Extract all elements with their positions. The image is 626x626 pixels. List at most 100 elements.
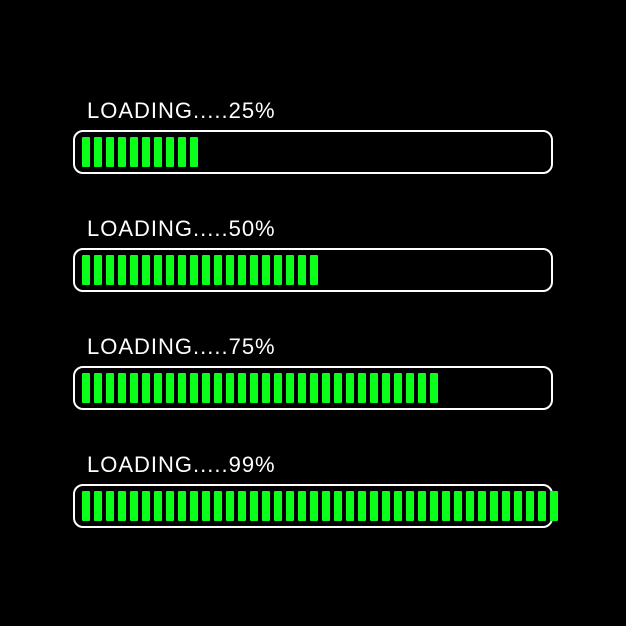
progress-tick (106, 255, 114, 285)
progress-tick (262, 255, 270, 285)
progress-tick (382, 373, 390, 403)
progress-tick (178, 373, 186, 403)
progress-tick (310, 373, 318, 403)
progress-tick (358, 373, 366, 403)
progress-tick (166, 137, 174, 167)
progress-tick (130, 137, 138, 167)
progress-tick (226, 373, 234, 403)
progress-tick (190, 373, 198, 403)
progress-tick (406, 373, 414, 403)
progress-tick (514, 491, 522, 521)
progress-tick (238, 491, 246, 521)
progress-track (73, 366, 553, 410)
progress-tick (394, 491, 402, 521)
progress-tick (118, 255, 126, 285)
progress-tick (430, 491, 438, 521)
progress-tick (322, 373, 330, 403)
progress-tick (142, 137, 150, 167)
progress-tick (310, 491, 318, 521)
progress-tick (238, 373, 246, 403)
progress-tick (142, 255, 150, 285)
progress-tick (526, 491, 534, 521)
progress-tick (274, 491, 282, 521)
progress-tick (190, 255, 198, 285)
progress-track (73, 248, 553, 292)
progress-tick (262, 373, 270, 403)
progress-tick (166, 491, 174, 521)
progress-tick (346, 373, 354, 403)
progress-tick (466, 491, 474, 521)
progress-track (73, 130, 553, 174)
progress-tick (130, 255, 138, 285)
progress-tick (118, 373, 126, 403)
progress-tick (118, 491, 126, 521)
progress-tick (106, 491, 114, 521)
progress-tick (550, 491, 558, 521)
progress-tick (370, 373, 378, 403)
progress-tick (298, 373, 306, 403)
progress-tick (286, 255, 294, 285)
progress-tick (154, 137, 162, 167)
progress-tick (454, 491, 462, 521)
progress-tick (286, 491, 294, 521)
progress-tick (250, 373, 258, 403)
progress-tick (142, 373, 150, 403)
progress-tick (178, 137, 186, 167)
progress-tick (370, 491, 378, 521)
progress-tick (94, 255, 102, 285)
progress-tick (130, 373, 138, 403)
progress-tick (190, 491, 198, 521)
progress-tick (226, 255, 234, 285)
progress-tick (442, 491, 450, 521)
progress-bar-25: LOADING.....25% (73, 98, 553, 174)
progress-tick (430, 373, 438, 403)
progress-label: LOADING.....99% (87, 452, 276, 478)
progress-tick (82, 373, 90, 403)
progress-tick (214, 373, 222, 403)
progress-tick (82, 255, 90, 285)
progress-tick (226, 491, 234, 521)
progress-tick (202, 255, 210, 285)
progress-tick (190, 137, 198, 167)
progress-tick (178, 255, 186, 285)
progress-tick (382, 491, 390, 521)
progress-label: LOADING.....50% (87, 216, 276, 242)
progress-tick (346, 491, 354, 521)
progress-tick (154, 255, 162, 285)
progress-tick (154, 373, 162, 403)
progress-tick (94, 137, 102, 167)
progress-tick (106, 373, 114, 403)
progress-tick (394, 373, 402, 403)
progress-tick (322, 491, 330, 521)
progress-tick (94, 373, 102, 403)
progress-bar-75: LOADING.....75% (73, 334, 553, 410)
progress-tick (298, 491, 306, 521)
progress-tick (274, 373, 282, 403)
progress-tick (214, 491, 222, 521)
progress-tick (250, 491, 258, 521)
progress-tick (418, 373, 426, 403)
progress-tick (214, 255, 222, 285)
progress-tick (298, 255, 306, 285)
progress-tick (154, 491, 162, 521)
progress-bar-50: LOADING.....50% (73, 216, 553, 292)
progress-label: LOADING.....25% (87, 98, 276, 124)
progress-tick (94, 491, 102, 521)
progress-tick (166, 255, 174, 285)
progress-tick (538, 491, 546, 521)
progress-tick (286, 373, 294, 403)
progress-tick (310, 255, 318, 285)
progress-tick (418, 491, 426, 521)
progress-tick (358, 491, 366, 521)
progress-tick (166, 373, 174, 403)
progress-tick (478, 491, 486, 521)
progress-tick (274, 255, 282, 285)
progress-tick (406, 491, 414, 521)
progress-tick (82, 491, 90, 521)
progress-tick (202, 491, 210, 521)
progress-tick (130, 491, 138, 521)
progress-tick (250, 255, 258, 285)
progress-tick (262, 491, 270, 521)
progress-tick (106, 137, 114, 167)
progress-track (73, 484, 553, 528)
